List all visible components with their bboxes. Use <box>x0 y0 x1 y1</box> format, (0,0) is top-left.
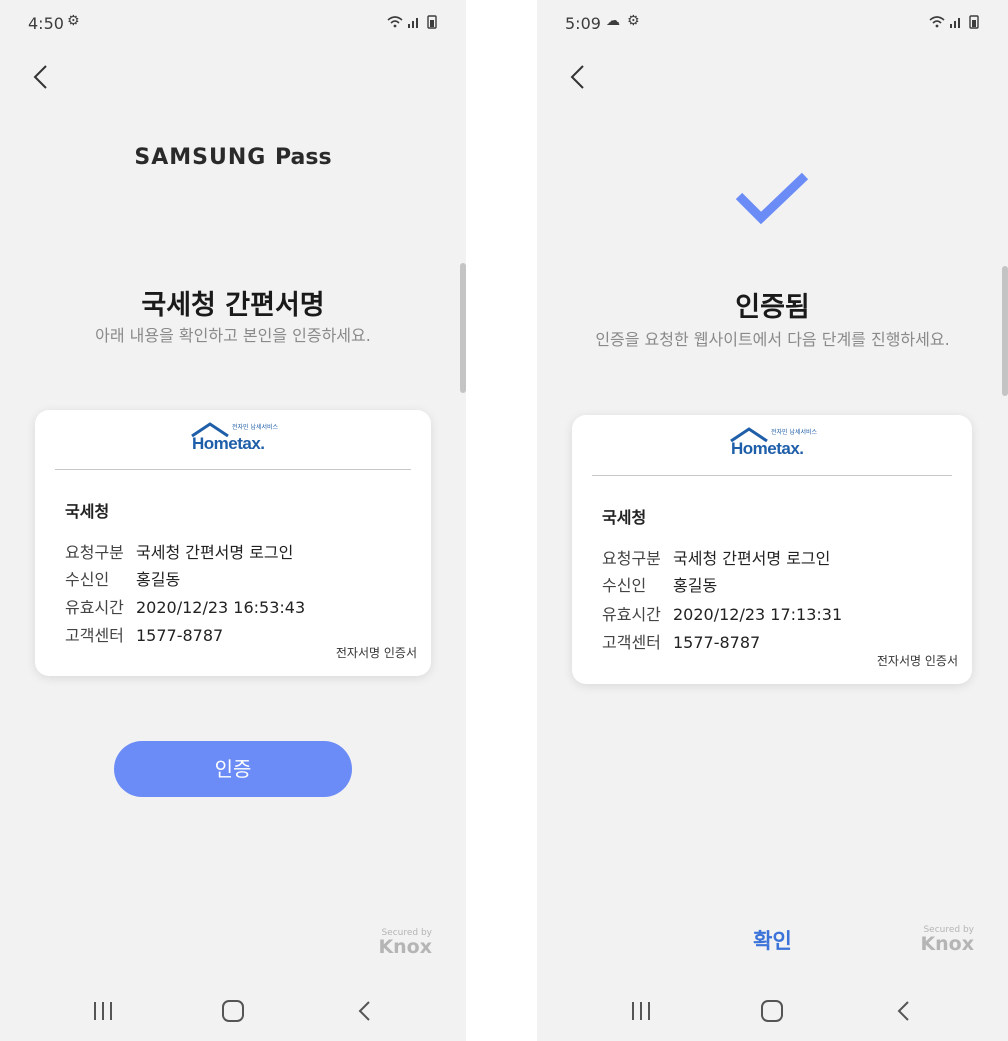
page-subtitle: 아래 내용을 확인하고 본인을 인증하세요. <box>95 326 371 345</box>
status-indicators <box>928 14 984 33</box>
card-divider <box>592 475 952 476</box>
home-icon <box>761 1000 783 1022</box>
nav-back-button[interactable] <box>351 996 379 1026</box>
page-title: 국세청 간편서명 <box>141 290 325 321</box>
home-button[interactable] <box>219 996 247 1026</box>
nav-back-icon <box>897 1001 909 1021</box>
nav-back-button[interactable] <box>890 996 918 1026</box>
gear-icon: ⚙ <box>627 13 640 29</box>
home-button[interactable] <box>758 996 786 1026</box>
recent-apps-button[interactable] <box>89 996 117 1026</box>
org-name: 국세청 <box>602 508 647 527</box>
recent-apps-icon <box>94 1002 112 1020</box>
chevron-left-icon <box>33 65 47 89</box>
detail-row: 요청구분 국세청 간편서명 로그인 <box>602 549 831 568</box>
recent-apps-button[interactable] <box>627 996 655 1026</box>
hometax-logo: 전자민 납세서비스 Hometax. <box>572 427 972 467</box>
org-name: 국세청 <box>65 502 110 521</box>
recent-apps-icon <box>632 1002 650 1020</box>
brand-main: SAMSUNG <box>134 145 267 170</box>
detail-row: 수신인 홍길동 <box>602 576 718 595</box>
secured-by-knox: Secured by Knox <box>378 928 432 958</box>
detail-row: 고객센터 1577-8787 <box>602 633 761 652</box>
scrollbar[interactable] <box>1002 266 1008 396</box>
signal-battery-icon <box>929 15 979 29</box>
signal-battery-icon <box>387 15 437 29</box>
authenticate-button[interactable]: 인증 <box>114 741 352 797</box>
card-divider <box>55 469 411 470</box>
page-title: 인증됨 <box>735 292 810 323</box>
status-time: 5:09 <box>565 14 601 33</box>
detail-row: 유효시간 2020/12/23 16:53:43 <box>65 598 306 617</box>
certificate-label: 전자서명 인증서 <box>876 654 958 668</box>
signature-card: 전자민 납세서비스 Hometax. 국세청 요청구분 국세청 간편서명 로그인 … <box>35 410 431 676</box>
page-subtitle: 인증을 요청한 웹사이트에서 다음 단계를 진행하세요. <box>595 330 950 349</box>
scrollbar[interactable] <box>460 263 466 393</box>
back-button[interactable] <box>561 60 597 96</box>
brand-sub: Pass <box>275 145 332 170</box>
status-time: 4:50 <box>28 14 64 33</box>
secured-by-knox: Secured by Knox <box>920 925 974 955</box>
signature-card: 전자민 납세서비스 Hometax. 국세청 요청구분 국세청 간편서명 로그인 … <box>572 415 972 684</box>
check-icon <box>733 170 811 230</box>
certificate-label: 전자서명 인증서 <box>335 646 417 660</box>
status-indicators <box>386 14 442 33</box>
back-button[interactable] <box>24 60 60 96</box>
detail-row: 수신인 홍길동 <box>65 570 181 589</box>
screen-auth-request: 4:50 ⚙ SAMSUNG Pass 국세청 간편서명 아래 내용을 확인하고… <box>0 0 466 1041</box>
home-icon <box>222 1000 244 1022</box>
nav-back-icon <box>358 1001 370 1021</box>
detail-row: 요청구분 국세청 간편서명 로그인 <box>65 543 294 562</box>
samsung-pass-logo: SAMSUNG Pass <box>0 145 466 170</box>
cloud-icon: ☁ <box>606 13 620 29</box>
detail-row: 고객센터 1577-8787 <box>65 626 224 645</box>
chevron-left-icon <box>570 65 584 89</box>
gear-icon: ⚙ <box>67 13 80 29</box>
detail-row: 유효시간 2020/12/23 17:13:31 <box>602 605 843 624</box>
screen-auth-complete: 5:09 ☁ ⚙ 인증됨 인증을 요청한 웹사이트에서 다음 단계를 진행하세요… <box>537 0 1008 1041</box>
hometax-logo: 전자민 납세서비스 Hometax. <box>35 422 431 462</box>
